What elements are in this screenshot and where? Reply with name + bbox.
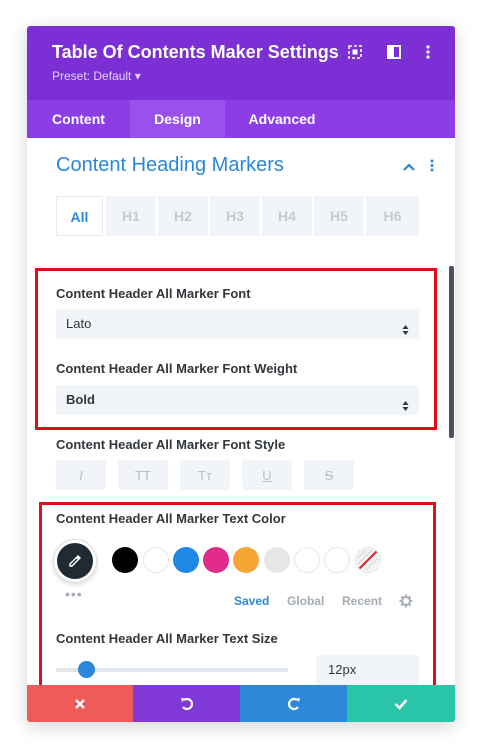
underline-button[interactable]: U bbox=[242, 460, 292, 490]
select-arrows-icon bbox=[402, 317, 409, 347]
preset-selector[interactable]: Preset: Default ▾ bbox=[52, 69, 141, 83]
swatch-empty-1[interactable] bbox=[294, 547, 320, 573]
capitalize-button[interactable]: Tт bbox=[180, 460, 230, 490]
color-settings-gear-icon[interactable] bbox=[399, 594, 413, 613]
scrollbar[interactable] bbox=[449, 266, 454, 438]
collapse-chevron-icon[interactable] bbox=[403, 158, 415, 176]
text-size-input[interactable]: 12px bbox=[316, 655, 419, 685]
heading-tab-h3[interactable]: H3 bbox=[210, 196, 260, 236]
redo-icon bbox=[287, 697, 300, 710]
cancel-button[interactable] bbox=[27, 685, 133, 722]
heading-tab-h6[interactable]: H6 bbox=[366, 196, 419, 236]
settings-scroll-area: Content Heading Markers All H1 H2 H3 H4 … bbox=[27, 138, 455, 685]
text-size-slider-handle[interactable] bbox=[78, 661, 95, 678]
heading-tab-h5[interactable]: H5 bbox=[314, 196, 364, 236]
color-picker-button[interactable] bbox=[54, 540, 96, 582]
heading-tab-h4[interactable]: H4 bbox=[262, 196, 312, 236]
italic-button[interactable]: I bbox=[56, 460, 106, 490]
modal-footer bbox=[27, 685, 455, 722]
swatch-orange[interactable] bbox=[233, 547, 259, 573]
font-select-value: Lato bbox=[66, 316, 92, 331]
swatch-black[interactable] bbox=[112, 547, 138, 573]
fullscreen-icon[interactable] bbox=[345, 42, 365, 62]
tab-content[interactable]: Content bbox=[27, 100, 130, 138]
sidebar-toggle-icon[interactable] bbox=[384, 42, 404, 62]
close-icon bbox=[75, 698, 85, 709]
modal-title: Table Of Contents Maker Settings bbox=[52, 42, 339, 62]
font-weight-label: Content Header All Marker Font Weight bbox=[56, 361, 298, 376]
undo-icon bbox=[180, 697, 193, 710]
heading-tab-h2[interactable]: H2 bbox=[158, 196, 208, 236]
more-colors-icon[interactable]: ••• bbox=[65, 586, 83, 602]
font-weight-select[interactable]: Bold bbox=[56, 385, 419, 415]
swatch-blue[interactable] bbox=[173, 547, 199, 573]
checkmark-icon bbox=[394, 698, 408, 710]
heading-tab-all[interactable]: All bbox=[56, 196, 103, 236]
redo-button[interactable] bbox=[240, 685, 347, 722]
select-arrows-icon bbox=[402, 393, 409, 423]
undo-button[interactable] bbox=[133, 685, 240, 722]
settings-modal: Table Of Contents Maker Settings Preset:… bbox=[27, 26, 455, 722]
swatch-pink[interactable] bbox=[203, 547, 229, 573]
font-select[interactable]: Lato bbox=[56, 309, 419, 339]
tab-advanced[interactable]: Advanced bbox=[225, 100, 339, 138]
section-more-icon[interactable] bbox=[430, 159, 434, 177]
more-options-icon[interactable] bbox=[418, 42, 438, 62]
swatch-white[interactable] bbox=[143, 547, 169, 573]
save-button[interactable] bbox=[347, 685, 455, 722]
no-color-icon bbox=[356, 548, 380, 572]
font-style-label: Content Header All Marker Font Style bbox=[56, 437, 286, 452]
color-tab-recent[interactable]: Recent bbox=[342, 594, 382, 608]
strikethrough-button[interactable]: S bbox=[304, 460, 354, 490]
font-label: Content Header All Marker Font bbox=[56, 286, 251, 301]
heading-tab-h1[interactable]: H1 bbox=[106, 196, 156, 236]
text-size-label: Content Header All Marker Text Size bbox=[56, 631, 278, 646]
tab-design[interactable]: Design bbox=[130, 100, 225, 138]
color-tab-global[interactable]: Global bbox=[287, 594, 324, 608]
modal-header: Table Of Contents Maker Settings Preset:… bbox=[27, 26, 455, 100]
text-color-label: Content Header All Marker Text Color bbox=[56, 511, 286, 526]
section-title[interactable]: Content Heading Markers bbox=[56, 154, 284, 177]
color-tab-saved[interactable]: Saved bbox=[234, 594, 269, 608]
no-color-swatch[interactable] bbox=[355, 547, 381, 573]
settings-tabs: Content Design Advanced bbox=[27, 100, 455, 138]
eyedropper-icon bbox=[69, 555, 81, 567]
font-weight-select-value: Bold bbox=[66, 392, 95, 407]
swatch-empty-2[interactable] bbox=[324, 547, 350, 573]
swatch-light-gray[interactable] bbox=[264, 547, 290, 573]
uppercase-button[interactable]: TT bbox=[118, 460, 168, 490]
